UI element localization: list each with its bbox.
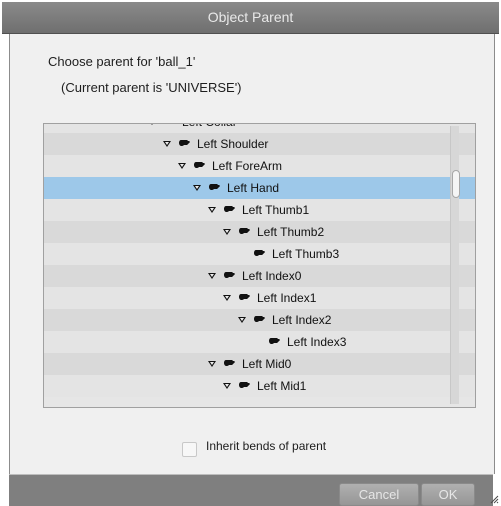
tree-item-label: Left Index2	[272, 313, 332, 327]
tree-item-label: Left Index0	[242, 269, 302, 283]
hand-icon	[224, 272, 235, 279]
object-parent-dialog: Object Parent Choose parent for 'ball_1'…	[0, 0, 501, 506]
expand-arrow-icon[interactable]	[208, 272, 217, 280]
expand-arrow-icon[interactable]	[163, 140, 172, 148]
dialog-titlebar[interactable]: Object Parent	[2, 2, 499, 34]
tree-row[interactable]: Left Mid0	[44, 353, 475, 375]
cancel-button[interactable]: Cancel	[339, 483, 419, 506]
tree-row-content: Left Index0	[208, 265, 301, 287]
tree-row[interactable]: Left Shoulder	[44, 133, 475, 155]
tree-row[interactable]: Left Hand	[44, 177, 475, 199]
tree-row[interactable]: Left Index0	[44, 265, 475, 287]
choose-parent-prompt: Choose parent for 'ball_1'	[48, 54, 196, 69]
tree-row-content: Left Index1	[223, 287, 316, 309]
dialog-title: Object Parent	[207, 9, 294, 25]
tree-row-content: Left Mid1	[223, 375, 306, 397]
hand-icon	[239, 382, 250, 389]
hand-icon	[224, 206, 235, 213]
ok-button[interactable]: OK	[421, 483, 475, 506]
inherit-bends-checkbox[interactable]	[182, 442, 197, 457]
tree-item-label: Left Thumb2	[257, 225, 325, 239]
tree-row[interactable]: Left Index2	[44, 309, 475, 331]
resize-grip-icon[interactable]	[487, 492, 499, 504]
hand-icon	[166, 124, 167, 125]
tree-item-label: Left Thumb1	[242, 203, 310, 217]
current-parent-text: (Current parent is 'UNIVERSE')	[61, 80, 242, 95]
expand-arrow-icon[interactable]	[223, 382, 232, 390]
tree-row-content: Left Index3	[253, 331, 346, 353]
expand-arrow-icon[interactable]	[208, 206, 217, 214]
tree-item-label: Left Shoulder	[197, 137, 269, 151]
tree-row[interactable]: Left Index1	[44, 287, 475, 309]
tree-item-label: Left Thumb3	[272, 247, 340, 261]
tree-row[interactable]: Left Thumb2	[44, 221, 475, 243]
expand-arrow-icon[interactable]	[178, 162, 187, 170]
hand-icon	[239, 294, 250, 301]
hand-icon	[209, 184, 220, 191]
hand-icon	[254, 316, 265, 323]
tree-row[interactable]: Left Mid1	[44, 375, 475, 397]
tree-item-label: Left ForeArm	[212, 159, 283, 173]
tree-row-content: Left Index2	[238, 309, 331, 331]
expand-arrow-icon[interactable]	[193, 184, 202, 192]
tree-item-label: Left Hand	[227, 181, 280, 195]
inherit-bends-label: Inherit bends of parent	[206, 439, 327, 453]
scrollbar-thumb[interactable]	[452, 170, 460, 198]
tree-row[interactable]: Left Collar	[44, 124, 475, 133]
tree-row-content: Left Hand	[193, 177, 279, 199]
tree-row[interactable]: Left Thumb3	[44, 243, 475, 265]
tree-item-label: Left Index1	[257, 291, 317, 305]
dialog-content: Choose parent for 'ball_1' (Current pare…	[9, 34, 495, 474]
tree-item-label: Left Collar	[182, 124, 237, 129]
expand-arrow-icon[interactable]	[223, 228, 232, 236]
tree-row-content: Left Thumb3	[238, 243, 339, 265]
expand-arrow-icon[interactable]	[208, 360, 217, 368]
tree-item-label: Left Mid1	[257, 379, 307, 393]
dialog-button-bar: Cancel OK	[9, 474, 493, 506]
tree-row-content: Left Shoulder	[163, 133, 268, 155]
tree-row-content: Left Thumb1	[208, 199, 309, 221]
tree-row-content: Left Thumb2	[223, 221, 324, 243]
vertical-scrollbar[interactable]	[450, 126, 460, 404]
hand-icon	[254, 250, 265, 257]
tree-item-label: Left Index3	[287, 335, 347, 349]
hand-icon	[224, 360, 235, 367]
tree-row[interactable]: Left Thumb1	[44, 199, 475, 221]
hand-icon	[194, 162, 205, 169]
tree-row-content: Left Collar	[148, 124, 237, 133]
tree-row-content: Left ForeArm	[178, 155, 282, 177]
parent-tree[interactable]: Left Collar Left Shoulder Left ForeArm Left…	[43, 123, 476, 408]
expand-arrow-icon[interactable]	[223, 294, 232, 302]
hand-icon	[269, 338, 280, 345]
tree-row-content: Left Mid0	[208, 353, 291, 375]
tree-row[interactable]: Left Index3	[44, 331, 475, 353]
hand-icon	[239, 228, 250, 235]
tree-item-label: Left Mid0	[242, 357, 292, 371]
expand-arrow-icon[interactable]	[238, 316, 247, 324]
expand-arrow-icon[interactable]	[148, 124, 157, 126]
hand-icon	[179, 140, 190, 147]
tree-row[interactable]: Left ForeArm	[44, 155, 475, 177]
